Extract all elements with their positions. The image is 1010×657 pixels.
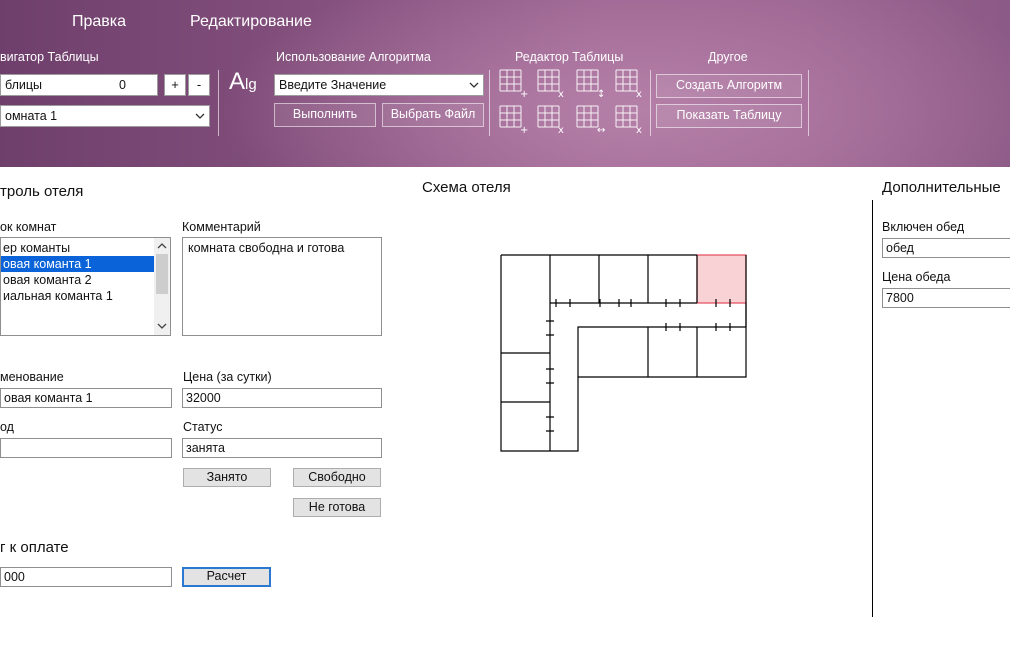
decrement-button[interactable]: - [188, 74, 210, 96]
show-table-button[interactable]: Показать Таблицу [656, 104, 802, 128]
rooms-list: ер команты овая команта 1 овая команта 2 иа… [1, 240, 154, 304]
comment-text: комната свободна и готова [188, 241, 345, 255]
svg-text:x: x [558, 89, 564, 98]
busy-button[interactable]: Занято [183, 468, 271, 487]
chevron-down-icon [195, 113, 205, 119]
hotel-control-title: троль отеля [0, 183, 84, 200]
room-select-value: омната 1 [5, 109, 58, 123]
menu-edit[interactable]: Правка [72, 13, 126, 31]
algorithm-group-title: Использование Алгоритма [276, 50, 431, 64]
room-list-item[interactable]: ер команты [1, 240, 154, 256]
insert-row-icon[interactable]: ↕ [575, 68, 605, 98]
algorithm-value-select[interactable]: Введите Значение [274, 74, 484, 96]
rooms-list-label: ок комнат [0, 220, 57, 234]
insert-column-icon[interactable]: ↔ [575, 104, 605, 134]
delete-row-icon[interactable]: x [536, 68, 566, 98]
price-field[interactable]: 32000 [182, 388, 382, 408]
separator [650, 70, 651, 136]
not-ready-button[interactable]: Не готова [293, 498, 381, 517]
algorithm-icon: Alg [229, 68, 257, 95]
extras-title: Дополнительные [882, 179, 1001, 196]
create-algorithm-button[interactable]: Создать Алгоритм [656, 74, 802, 98]
name-label: менование [0, 370, 64, 384]
increment-button[interactable]: + [164, 74, 186, 96]
lunch-price-label: Цена обеда [882, 270, 951, 284]
table-index-value: 0 [119, 78, 126, 92]
svg-text:x: x [636, 125, 642, 134]
room-list-item[interactable]: иальная команта 1 [1, 288, 154, 304]
lunch-price-field[interactable]: 7800 [882, 288, 1010, 308]
chevron-down-icon[interactable] [156, 321, 168, 331]
svg-text:+: + [520, 89, 528, 98]
svg-text:x: x [558, 125, 564, 134]
scrollbar-thumb[interactable] [156, 254, 168, 294]
svg-text:+: + [520, 125, 528, 134]
calculate-button[interactable]: Расчет [182, 567, 271, 587]
code-field[interactable] [0, 438, 172, 458]
comment-textarea[interactable]: комната свободна и готова [182, 237, 382, 336]
svg-text:↔: ↔ [597, 125, 605, 134]
ribbon: Правка Редактирование вигатор Таблицы бл… [0, 0, 1010, 167]
other-group-title: Другое [708, 50, 748, 64]
hotel-scheme-title: Схема отеля [422, 179, 511, 196]
rooms-scrollbar[interactable] [154, 238, 170, 335]
rooms-listbox[interactable]: ер команты овая команта 1 овая команта 2 иа… [0, 237, 171, 336]
room-select[interactable]: омната 1 [0, 105, 210, 127]
code-label: од [0, 420, 14, 434]
table-navigator-field[interactable]: блицы 0 [0, 74, 158, 96]
selected-room-highlight[interactable] [696, 254, 747, 304]
choose-file-button[interactable]: Выбрать Файл [382, 103, 484, 127]
delete-column-icon[interactable]: x [536, 104, 566, 134]
algorithm-select-placeholder: Введите Значение [279, 78, 387, 92]
svg-text:↕: ↕ [597, 89, 605, 98]
svg-text:x: x [636, 89, 642, 98]
table-editor-group-title: Редактор Таблицы [515, 50, 624, 64]
navigator-group-title: вигатор Таблицы [0, 50, 99, 64]
total-title: г к оплате [0, 539, 69, 556]
free-button[interactable]: Свободно [293, 468, 381, 487]
right-panel-divider [872, 200, 873, 617]
separator [218, 70, 219, 136]
chevron-down-icon [469, 82, 479, 88]
price-label: Цена (за сутки) [183, 370, 272, 384]
status-field[interactable]: занята [182, 438, 382, 458]
hotel-floor-plan [500, 254, 747, 452]
comment-label: Комментарий [182, 220, 261, 234]
status-label: Статус [183, 420, 223, 434]
total-field[interactable]: 000 [0, 567, 172, 587]
table-label: блицы [5, 78, 43, 92]
clear-table-icon[interactable]: x [614, 68, 644, 98]
remove-table-icon[interactable]: x [614, 104, 644, 134]
name-field[interactable]: овая команта 1 [0, 388, 172, 408]
chevron-up-icon[interactable] [156, 241, 168, 251]
add-row-icon[interactable]: + [498, 68, 528, 98]
lunch-label: Включен обед [882, 220, 965, 234]
separator [808, 70, 809, 136]
menu-editing[interactable]: Редактирование [190, 13, 312, 31]
add-column-icon[interactable]: + [498, 104, 528, 134]
room-list-item[interactable]: овая команта 1 [1, 256, 154, 272]
separator [489, 70, 490, 136]
run-button[interactable]: Выполнить [274, 103, 376, 127]
lunch-field[interactable]: обед [882, 238, 1010, 258]
room-list-item[interactable]: овая команта 2 [1, 272, 154, 288]
